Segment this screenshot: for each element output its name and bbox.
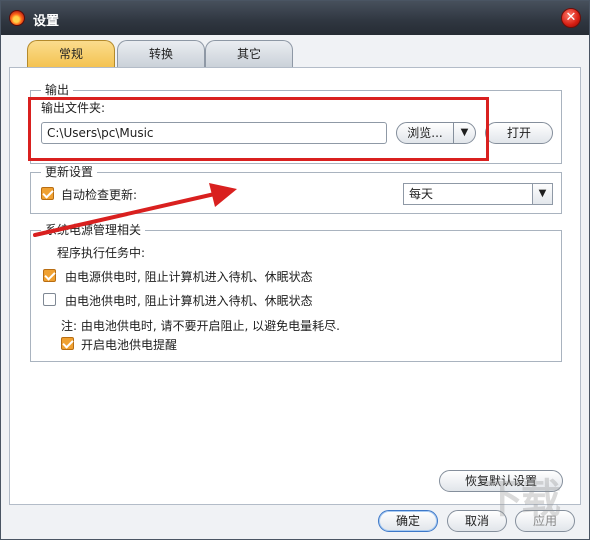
battery-power-label: 由电池供电时, 阻止计算机进入待机、休眠状态 (65, 294, 313, 308)
output-group: 输出 输出文件夹: C:\Users\pc\Music 浏览... ▼ 打开 (30, 82, 562, 164)
ok-button[interactable]: 确定 (378, 510, 438, 532)
browse-label: 浏览... (407, 126, 443, 140)
window-title: 设置 (33, 14, 60, 29)
close-icon: ✕ (565, 10, 577, 25)
ac-power-checkbox[interactable] (43, 269, 56, 282)
apply-button[interactable]: 应用 (515, 510, 575, 532)
app-flame-icon (9, 10, 25, 26)
annotation-arrow (33, 183, 237, 237)
restore-defaults-button[interactable]: 恢复默认设置 (439, 470, 563, 492)
chevron-down-icon: ▼ (532, 184, 552, 204)
close-button[interactable]: ✕ (561, 8, 581, 28)
battery-power-checkbox[interactable] (43, 293, 56, 306)
battery-reminder-label: 开启电池供电提醒 (81, 338, 178, 352)
output-folder-label: 输出文件夹: (41, 101, 106, 115)
tab-other[interactable]: 其它 (205, 40, 293, 68)
tab-general[interactable]: 常规 (27, 40, 115, 69)
output-folder-input[interactable]: C:\Users\pc\Music (41, 122, 387, 144)
open-folder-button[interactable]: 打开 (485, 122, 553, 144)
update-frequency-select[interactable]: 每天 ▼ (403, 183, 553, 205)
title-bar[interactable]: 设置 ✕ (1, 1, 589, 35)
battery-reminder-checkbox[interactable] (61, 337, 74, 350)
update-legend: 更新设置 (41, 164, 98, 180)
power-group: 系统电源管理相关 程序执行任务中: 由电源供电时, 阻止计算机进入待机、休眠状态… (30, 222, 562, 362)
general-panel: 输出 输出文件夹: C:\Users\pc\Music 浏览... ▼ 打开 更… (9, 67, 581, 505)
battery-note: 注: 由电池供电时, 请不要开启阻止, 以避免电量耗尽. (61, 319, 340, 333)
ac-power-label: 由电源供电时, 阻止计算机进入待机、休眠状态 (65, 270, 313, 284)
output-legend: 输出 (41, 82, 74, 98)
browse-button[interactable]: 浏览... ▼ (396, 122, 476, 144)
task-running-label: 程序执行任务中: (57, 246, 146, 260)
browse-dropdown-icon[interactable]: ▼ (453, 123, 475, 143)
cancel-button[interactable]: 取消 (447, 510, 507, 532)
tab-convert[interactable]: 转换 (117, 40, 205, 68)
settings-window: 设置 ✕ 常规 转换 其它 输出 输出文件夹: C:\Users\pc\Musi… (0, 0, 590, 540)
update-frequency-value: 每天 (409, 187, 434, 201)
